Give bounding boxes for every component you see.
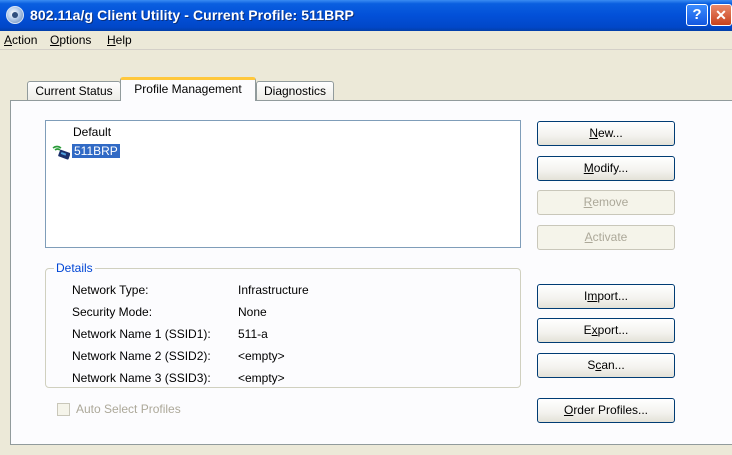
profile-name: 511BRP (72, 144, 120, 158)
menu-action[interactable]: Action (4, 33, 37, 47)
auto-select-label: Auto Select Profiles (76, 402, 181, 416)
activate-button[interactable]: Activate (537, 225, 675, 250)
scan-button[interactable]: Scan... (537, 353, 675, 378)
detail-value-network-type: Infrastructure (238, 283, 309, 297)
detail-label-ssid2: Network Name 2 (SSID2): (72, 349, 211, 363)
tab-diagnostics[interactable]: Diagnostics (256, 81, 334, 101)
help-button[interactable]: ? (686, 4, 708, 26)
profile-name: Default (73, 125, 112, 139)
import-button[interactable]: Import... (537, 284, 675, 309)
detail-label-ssid3: Network Name 3 (SSID3): (72, 371, 211, 385)
tab-current-status[interactable]: Current Status (27, 81, 121, 101)
profile-list[interactable]: Default 511BRP (45, 120, 521, 248)
new-button[interactable]: New... (537, 121, 675, 146)
menu-bar: Action Options Help (0, 31, 732, 50)
list-item[interactable]: Default (73, 125, 111, 139)
order-profiles-button[interactable]: Order Profiles... (537, 398, 675, 423)
menu-options[interactable]: Options (50, 33, 91, 47)
detail-value-ssid2: <empty> (238, 349, 285, 363)
app-icon (6, 6, 24, 24)
title-bar: 802.11a/g Client Utility - Current Profi… (0, 0, 732, 31)
detail-label-ssid1: Network Name 1 (SSID1): (72, 327, 211, 341)
detail-value-ssid3: <empty> (238, 371, 285, 385)
window-title: 802.11a/g Client Utility - Current Profi… (30, 7, 354, 23)
wireless-signal-icon (52, 145, 70, 160)
menu-help[interactable]: Help (107, 33, 132, 47)
export-button[interactable]: Export... (537, 318, 675, 343)
detail-value-ssid1: 511-a (238, 327, 268, 341)
detail-label-security-mode: Security Mode: (72, 305, 153, 319)
remove-button[interactable]: Remove (537, 190, 675, 215)
close-button[interactable]: ✕ (710, 4, 732, 26)
detail-value-security-mode: None (238, 305, 267, 319)
auto-select-checkbox[interactable] (57, 403, 70, 416)
detail-label-network-type: Network Type: (72, 283, 149, 297)
details-group-title: Details (54, 261, 95, 275)
tab-profile-management[interactable]: Profile Management (120, 77, 256, 101)
list-item-selected[interactable]: 511BRP (52, 144, 120, 160)
modify-button[interactable]: Modify... (537, 156, 675, 181)
